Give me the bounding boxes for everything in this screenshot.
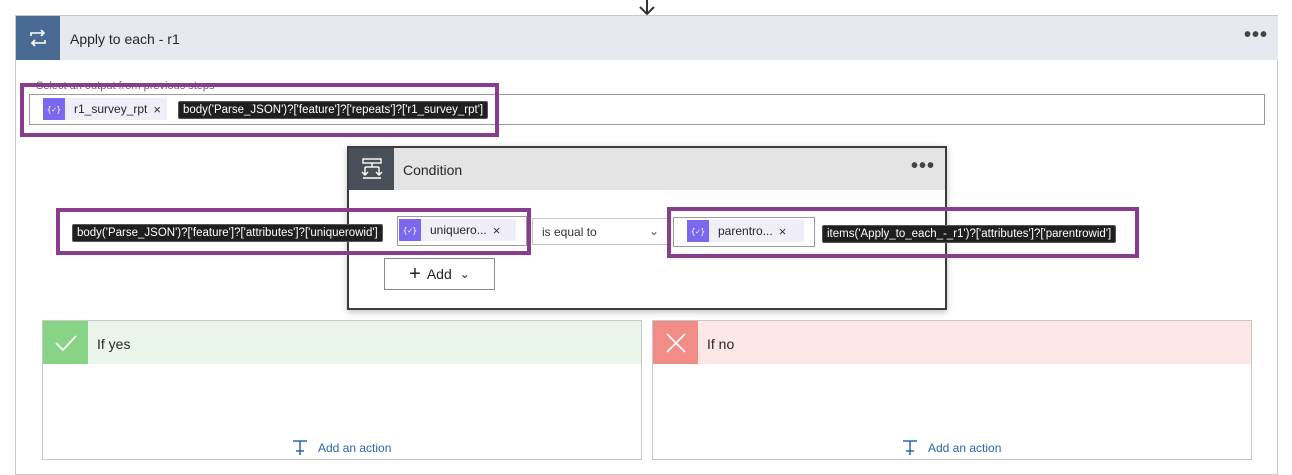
add-action-yes-link[interactable]: Add an action: [292, 440, 391, 456]
loop-icon: [16, 16, 60, 60]
add-action-icon: [903, 440, 917, 455]
close-icon: [653, 321, 698, 364]
condition-more-options-icon[interactable]: •••: [911, 155, 935, 178]
add-row-button[interactable]: + Add ⌄: [384, 258, 495, 290]
highlight-annotation: [667, 207, 1139, 258]
apply-to-each-title[interactable]: Apply to each - r1: [70, 31, 180, 47]
highlight-annotation: [56, 208, 531, 255]
add-action-label: Add an action: [318, 441, 392, 455]
if-no-title: If no: [707, 336, 735, 352]
condition-icon: [349, 148, 394, 190]
operator-value: is equal to: [542, 224, 597, 239]
chevron-down-icon: ⌄: [459, 267, 470, 281]
if-yes-header[interactable]: [43, 321, 641, 364]
down-arrow-icon: [639, 0, 655, 16]
add-button-label: Add: [426, 266, 452, 282]
chevron-down-icon: ⌄: [648, 224, 659, 238]
highlight-annotation: [20, 83, 499, 137]
add-action-icon: [293, 440, 307, 455]
if-yes-title: If yes: [97, 336, 131, 352]
plus-icon: +: [409, 262, 421, 285]
add-action-label: Add an action: [928, 441, 1002, 455]
check-icon: [43, 321, 88, 364]
condition-title[interactable]: Condition: [403, 162, 462, 178]
operator-dropdown[interactable]: is equal to ⌄: [532, 218, 668, 245]
more-options-icon[interactable]: •••: [1244, 24, 1268, 47]
apply-to-each-header[interactable]: [16, 16, 1278, 60]
if-no-header[interactable]: [653, 321, 1251, 364]
add-action-no-link[interactable]: Add an action: [902, 440, 1001, 456]
